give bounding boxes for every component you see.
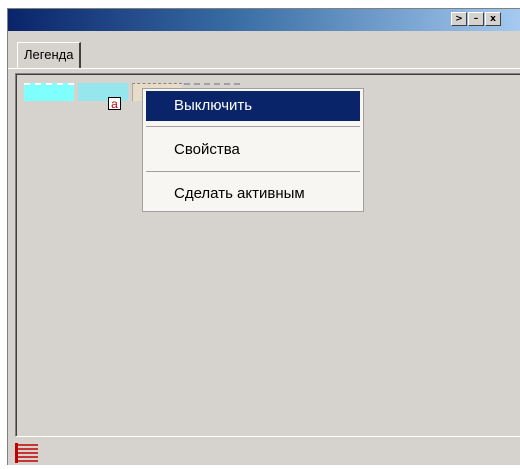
tab-divider bbox=[8, 68, 520, 69]
menu-separator bbox=[146, 126, 360, 127]
legend-swatch-4[interactable] bbox=[184, 83, 240, 85]
menu-item-make-active[interactable]: Сделать активным bbox=[146, 179, 360, 209]
close-button[interactable]: x bbox=[485, 12, 501, 26]
tab-legend[interactable]: Легенда bbox=[17, 42, 82, 68]
legend-list-icon[interactable] bbox=[14, 442, 40, 464]
menu-separator bbox=[146, 171, 360, 172]
menu-item-properties[interactable]: Свойства bbox=[146, 135, 360, 165]
menu-item-disable[interactable]: Выключить bbox=[146, 91, 360, 121]
restore-button[interactable]: > bbox=[451, 12, 467, 26]
title-bar[interactable]: > – x bbox=[8, 9, 520, 31]
label-marker-icon: a bbox=[108, 97, 121, 110]
legend-window: > – x Легенда a Выключить Свойства Сдела… bbox=[7, 8, 520, 465]
minimize-button[interactable]: – bbox=[468, 12, 484, 26]
context-menu: Выключить Свойства Сделать активным bbox=[142, 88, 364, 212]
legend-swatch-1[interactable] bbox=[24, 83, 74, 101]
